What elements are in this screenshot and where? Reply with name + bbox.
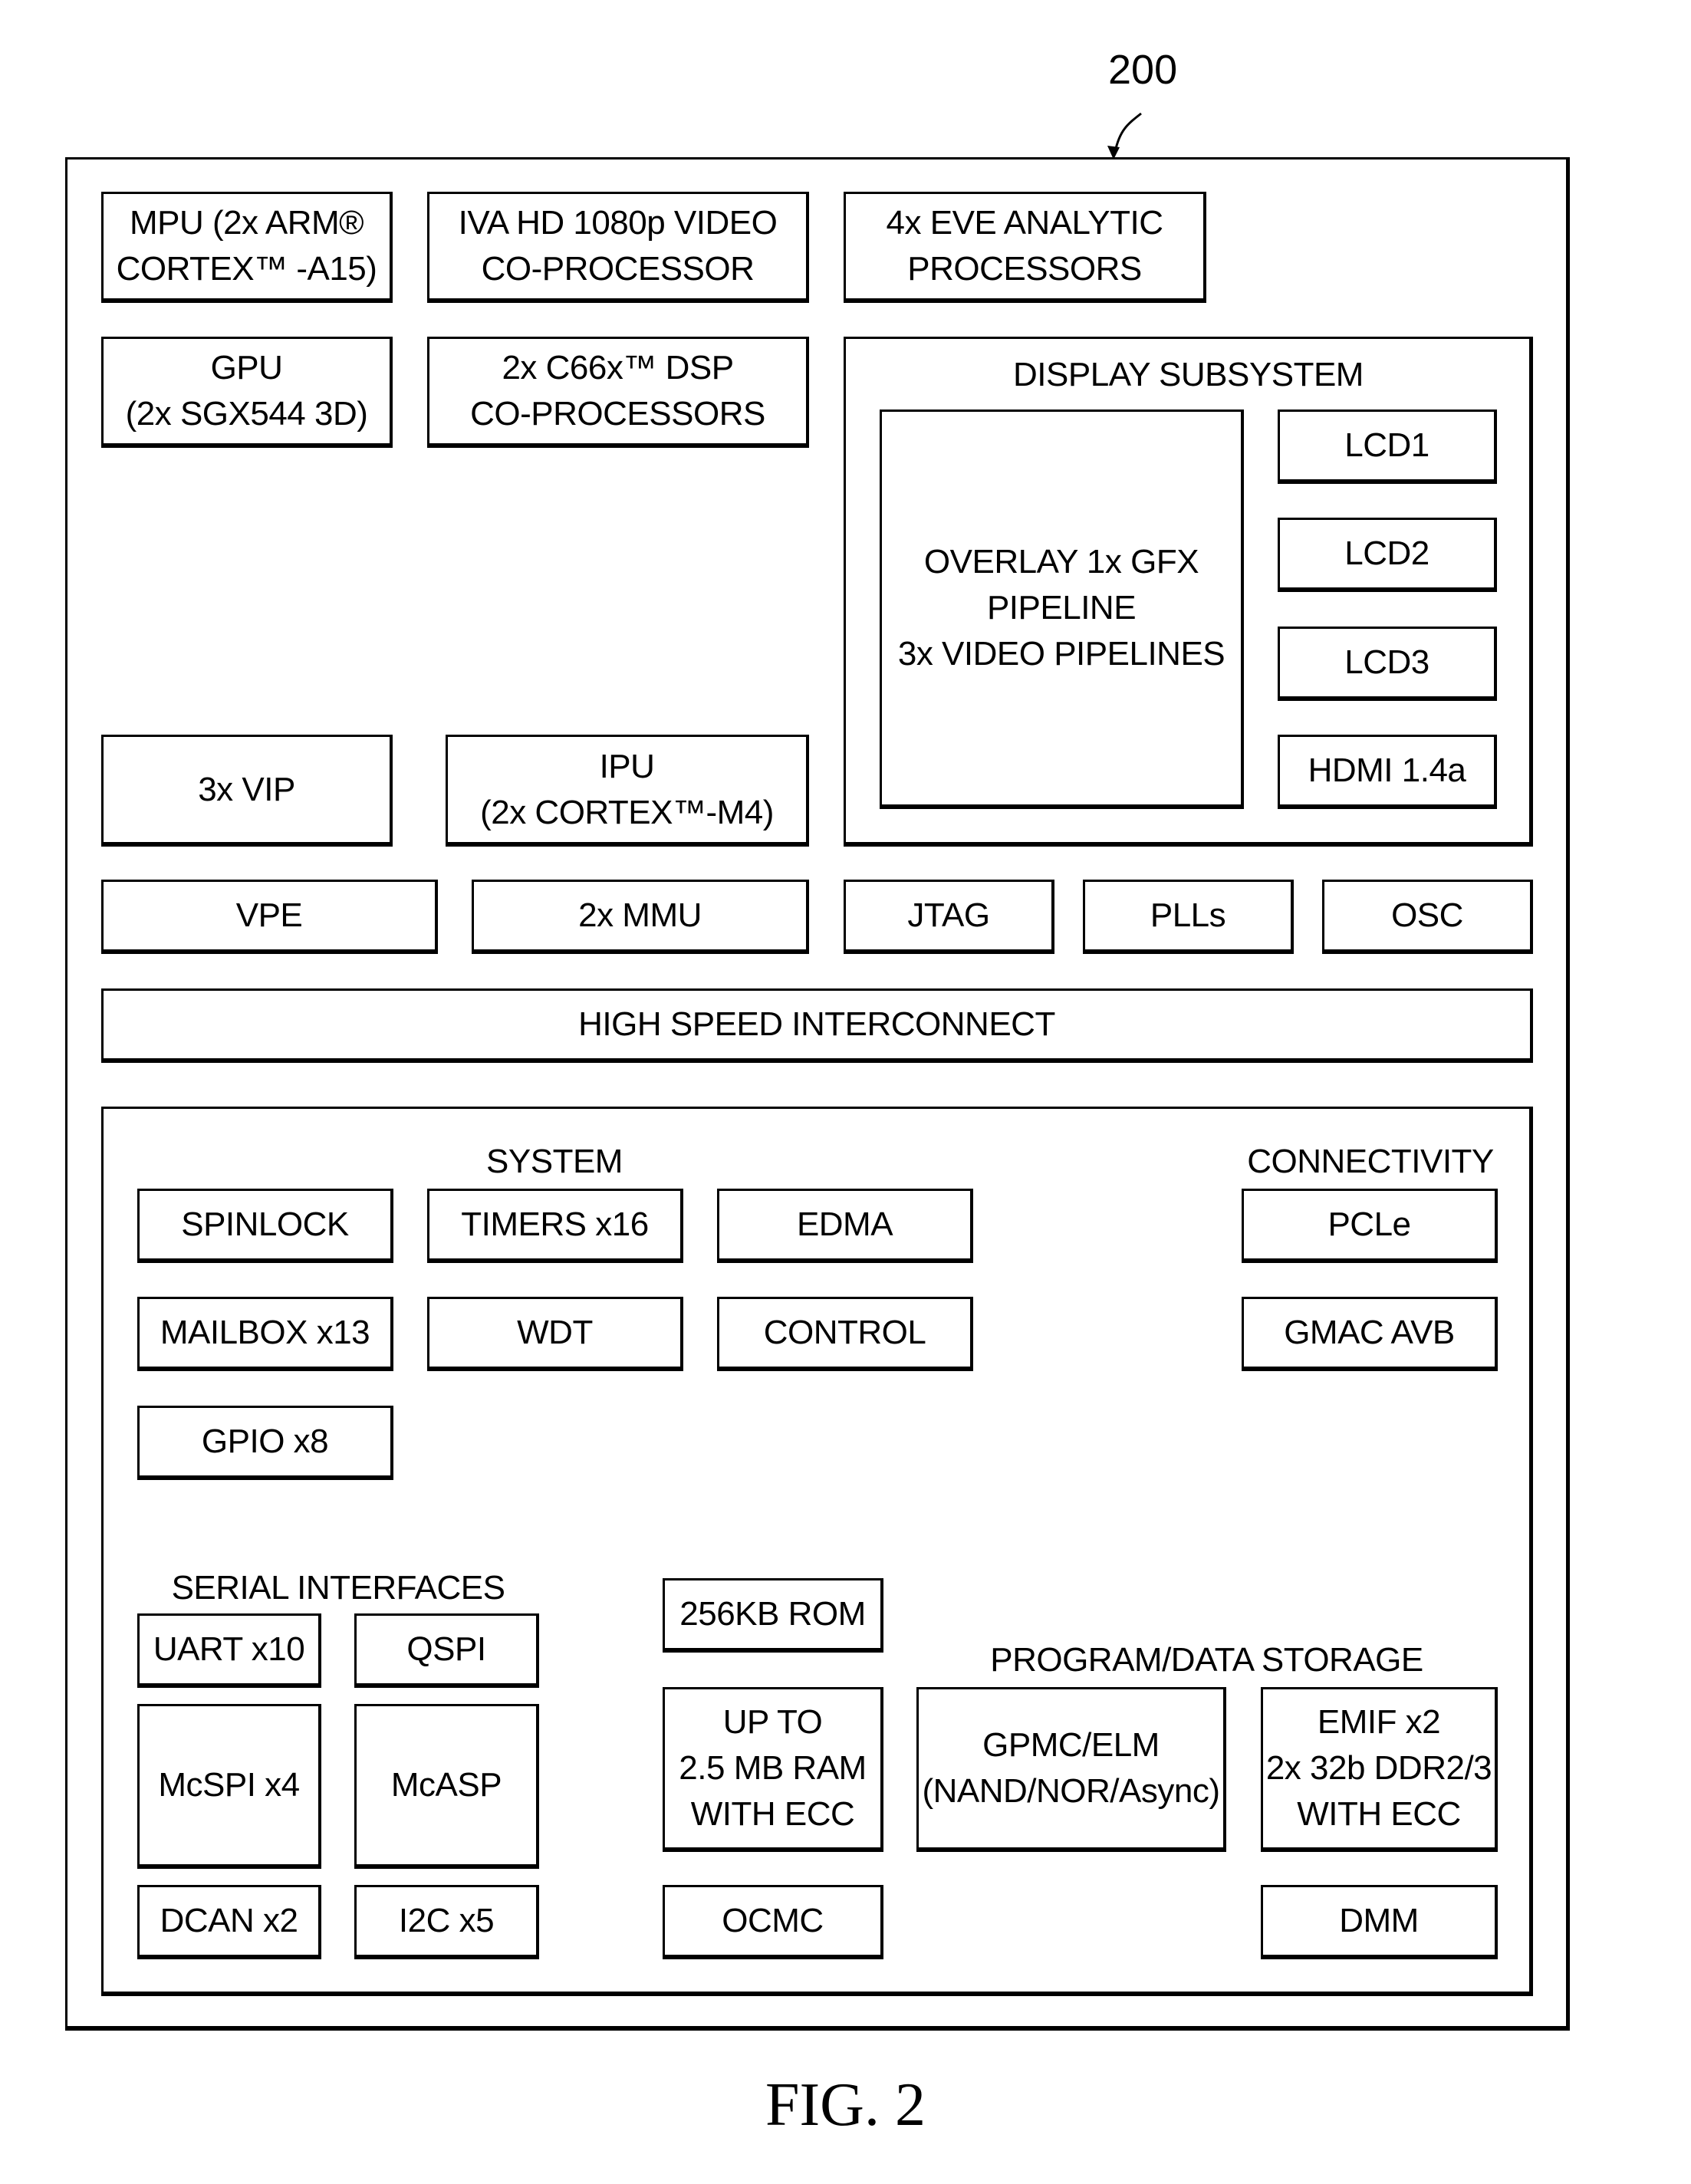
control-block: CONTROL [717, 1297, 973, 1371]
gmac-avb-block: GMAC AVB [1242, 1297, 1498, 1371]
mmu-block: 2x MMU [472, 880, 809, 954]
iva-block: IVA HD 1080p VIDEO CO-PROCESSOR [427, 192, 809, 303]
eve-block: 4x EVE ANALYTIC PROCESSORS [844, 192, 1206, 303]
mpu-block: MPU (2x ARM® CORTEX™ -A15) [101, 192, 393, 303]
jtag-block: JTAG [844, 880, 1054, 954]
emif-block: EMIF x2 2x 32b DDR2/3 WITH ECC [1261, 1687, 1498, 1852]
mcasp-block: McASP [354, 1704, 539, 1869]
mcspi-block: McSPI x4 [137, 1704, 321, 1869]
vpe-block: VPE [101, 880, 438, 954]
ram-block: UP TO 2.5 MB RAM WITH ECC [663, 1687, 883, 1852]
hdmi-block: HDMI 1.4a [1278, 735, 1497, 809]
gpu-block: GPU (2x SGX544 3D) [101, 337, 393, 448]
qspi-block: QSPI [354, 1613, 539, 1688]
dmm-block: DMM [1261, 1885, 1498, 1959]
lcd1-block: LCD1 [1278, 410, 1497, 484]
mailbox-block: MAILBOX x13 [137, 1297, 393, 1371]
dsp-block: 2x C66x™ DSP CO-PROCESSORS [427, 337, 809, 448]
timers-block: TIMERS x16 [427, 1189, 683, 1263]
vip-block: 3x VIP [101, 735, 393, 847]
ocmc-block: OCMC [663, 1885, 883, 1959]
lcd2-block: LCD2 [1278, 518, 1497, 592]
rom-block: 256KB ROM [663, 1578, 883, 1653]
connectivity-title: CONNECTIVITY [1247, 1143, 1494, 1180]
storage-title: PROGRAM/DATA STORAGE [990, 1641, 1423, 1679]
plls-block: PLLs [1083, 880, 1294, 954]
dcan-block: DCAN x2 [137, 1885, 321, 1959]
high-speed-interconnect: HIGH SPEED INTERCONNECT [101, 988, 1533, 1063]
ipu-block: IPU (2x CORTEX™-M4) [446, 735, 809, 847]
overlay-pipeline-block: OVERLAY 1x GFX PIPELINE 3x VIDEO PIPELIN… [880, 410, 1244, 809]
spinlock-block: SPINLOCK [137, 1189, 393, 1263]
gpio-block: GPIO x8 [137, 1406, 393, 1480]
gpmc-elm-block: GPMC/ELM (NAND/NOR/Async) [916, 1687, 1226, 1852]
edma-block: EDMA [717, 1189, 973, 1263]
display-subsystem-title: DISPLAY SUBSYSTEM [1013, 356, 1364, 393]
i2c-block: I2C x5 [354, 1885, 539, 1959]
figure-caption: FIG. 2 [765, 2071, 926, 2139]
lcd3-block: LCD3 [1278, 627, 1497, 701]
uart-block: UART x10 [137, 1613, 321, 1688]
serial-interfaces-title: SERIAL INTERFACES [171, 1569, 505, 1607]
reference-numeral: 200 [1108, 47, 1178, 93]
wdt-block: WDT [427, 1297, 683, 1371]
osc-block: OSC [1322, 880, 1533, 954]
system-title: SYSTEM [486, 1143, 623, 1180]
pcie-block: PCLe [1242, 1189, 1498, 1263]
leader-arrow-icon [1107, 112, 1142, 160]
